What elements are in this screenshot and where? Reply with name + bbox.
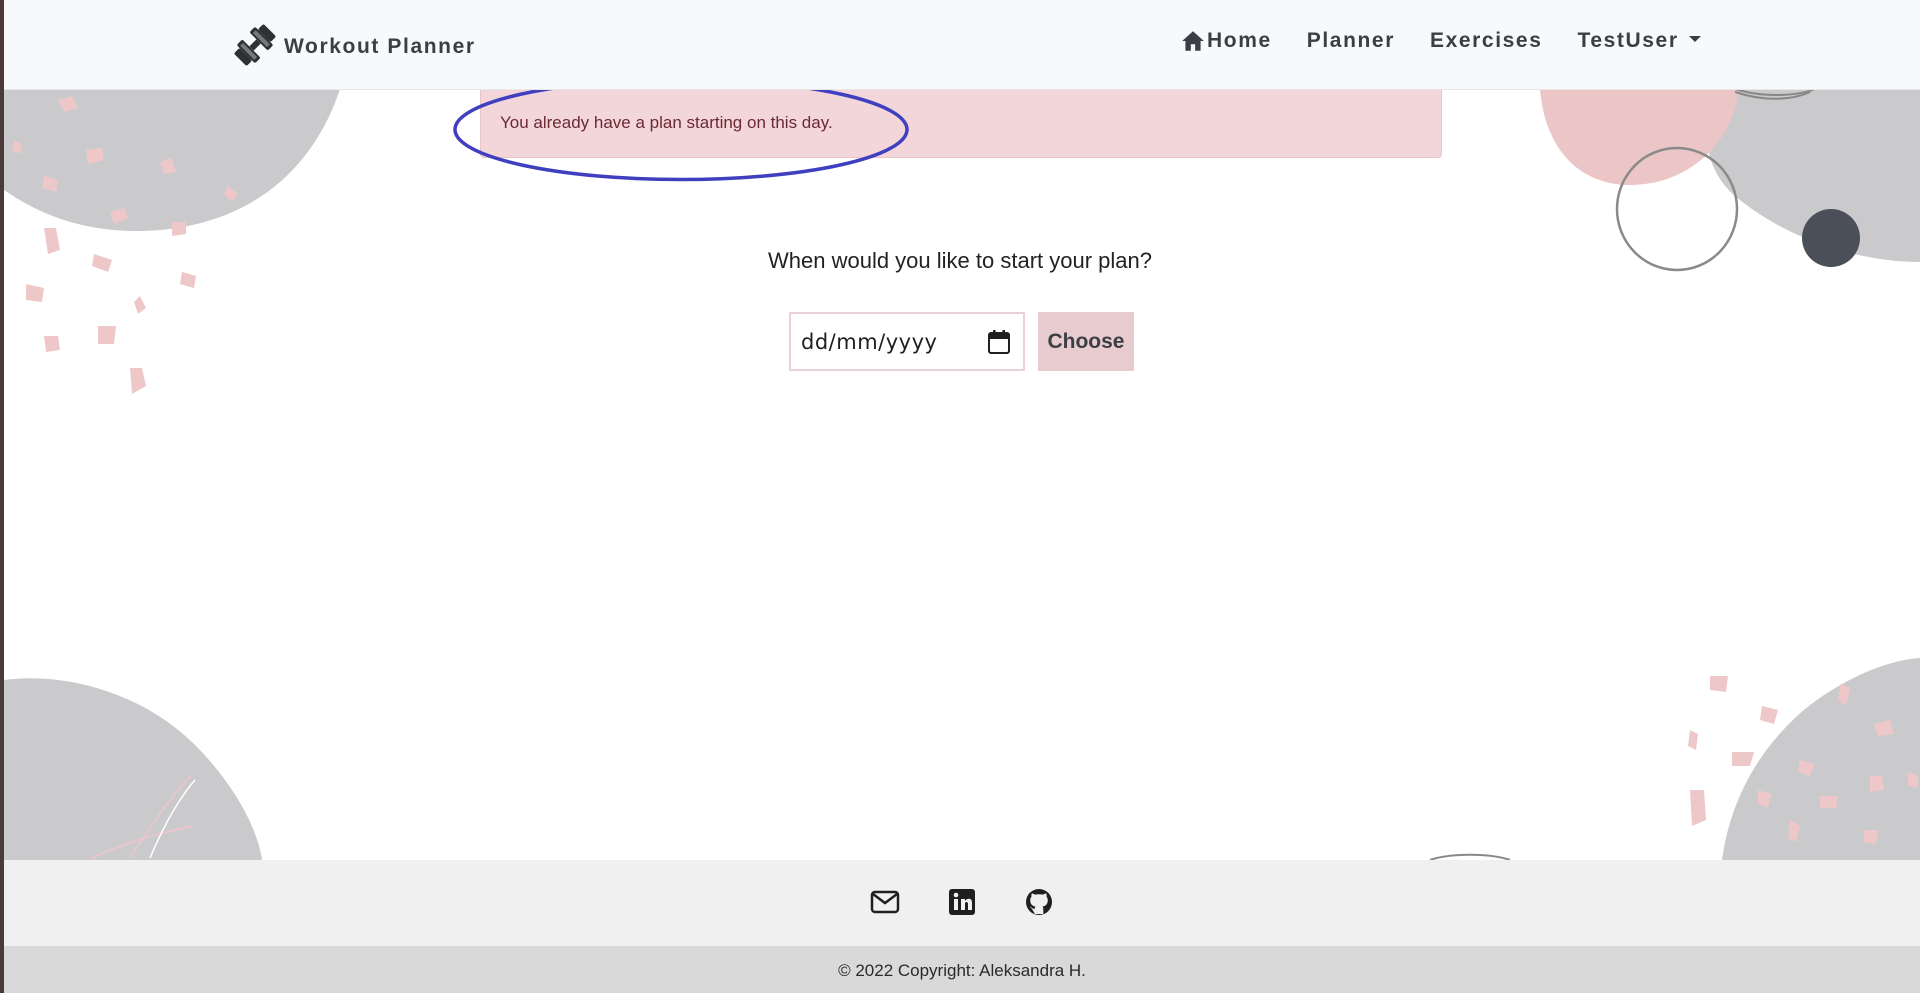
annotation-oval [453, 77, 909, 182]
nav-home[interactable]: Home [1180, 28, 1272, 54]
start-date-input[interactable]: dd/mm/yyyy [789, 312, 1025, 371]
calendar-icon[interactable] [987, 329, 1011, 355]
user-dropdown[interactable]: TestUser [1577, 29, 1701, 53]
linkedin-icon[interactable] [947, 887, 977, 917]
user-dropdown-label: TestUser [1577, 29, 1679, 52]
brand-link[interactable]: Workout Planner [232, 22, 476, 68]
choose-button[interactable]: Choose [1038, 312, 1134, 371]
nav-home-label: Home [1207, 29, 1272, 52]
nav-planner[interactable]: Planner [1307, 29, 1395, 53]
nav-exercises[interactable]: Exercises [1430, 29, 1543, 53]
caret-down-icon [1688, 36, 1701, 42]
footer-social [4, 860, 1920, 946]
mail-icon[interactable] [870, 887, 900, 917]
home-icon [1182, 31, 1204, 51]
github-icon[interactable] [1024, 887, 1054, 917]
copyright-text: © 2022 Copyright: Aleksandra H. [4, 946, 1920, 993]
nav-links: Home Planner Exercises TestUser [1180, 28, 1701, 54]
navbar: Workout Planner Home Planner Exercises T… [4, 0, 1920, 90]
brand-name: Workout Planner [284, 35, 476, 58]
date-placeholder: dd/mm/yyyy [801, 329, 938, 354]
plan-start-question: When would you like to start your plan? [768, 248, 1152, 273]
dumbbell-icon [234, 24, 276, 66]
window-edge [0, 0, 4, 993]
